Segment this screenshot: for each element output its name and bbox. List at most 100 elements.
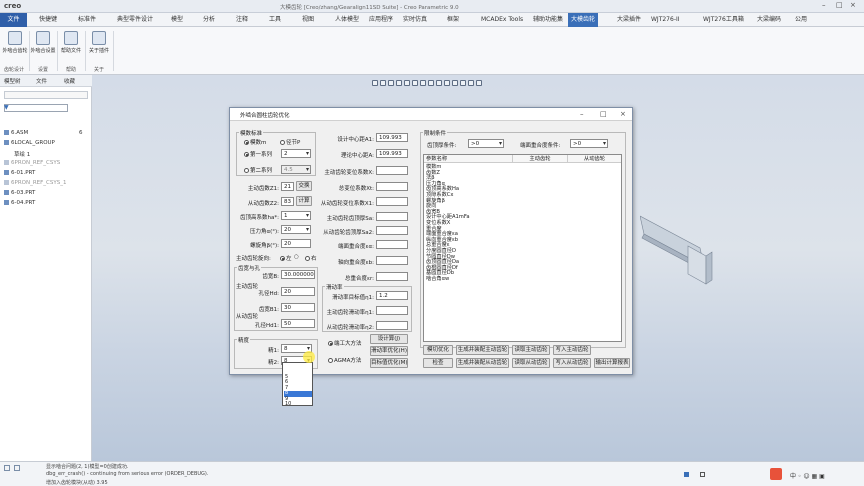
- tab-tools[interactable]: 工具: [266, 13, 284, 27]
- perspective-icon[interactable]: [428, 80, 434, 86]
- radio-diametral-pitch[interactable]: 径节P: [280, 138, 300, 146]
- tree-root-asm[interactable]: 6.ASM: [4, 130, 28, 136]
- col-header-driven[interactable]: 从动齿轮: [567, 155, 621, 163]
- about-plugin-button[interactable]: 关于插件: [86, 29, 112, 63]
- tab-analysis[interactable]: 分析: [200, 13, 218, 27]
- dialog-minimize-icon[interactable]: –: [580, 110, 584, 118]
- tab-model-tree[interactable]: 模型树: [4, 77, 21, 85]
- external-gear-settings-button[interactable]: 外啮合设置: [30, 29, 56, 63]
- b2-input[interactable]: 30: [281, 303, 315, 312]
- cond2-select[interactable]: >0: [570, 139, 608, 148]
- view-manager-icon[interactable]: [420, 80, 426, 86]
- x1-input[interactable]: [376, 197, 408, 206]
- message-log-icon[interactable]: [4, 465, 10, 471]
- a1-input[interactable]: 109.993: [376, 133, 408, 142]
- close-icon[interactable]: ×: [850, 1, 856, 9]
- refit-icon[interactable]: [388, 80, 394, 86]
- drive-slip-input[interactable]: [376, 306, 408, 315]
- hd1-input[interactable]: 20: [281, 287, 315, 296]
- help-file-button[interactable]: 帮助文件: [58, 29, 84, 63]
- tab-file[interactable]: 文件: [0, 13, 27, 27]
- tree-item[interactable]: 6-04.PRT: [4, 200, 35, 206]
- sa2-input[interactable]: [376, 226, 408, 235]
- check-button[interactable]: 检查: [423, 358, 453, 368]
- saved-views-icon[interactable]: [412, 80, 418, 86]
- series1-select[interactable]: 2: [281, 149, 311, 158]
- tab-human-model[interactable]: 人体模型: [332, 13, 362, 27]
- transverse-contact-input[interactable]: [376, 240, 408, 249]
- tab-beam-plugin[interactable]: 大梁插件: [614, 13, 644, 27]
- slip-target-input[interactable]: 1.2: [376, 291, 408, 300]
- col-header-drive[interactable]: 主动齿轮: [512, 155, 567, 163]
- target-optimize-button[interactable]: 目标值优化(M): [370, 358, 408, 368]
- maximize-icon[interactable]: □: [836, 1, 843, 9]
- tree-item[interactable]: 6PRON_REF_CSYS_1: [4, 180, 66, 186]
- helix-angle-input[interactable]: 20: [281, 239, 311, 248]
- tab-annotate[interactable]: 注释: [233, 13, 251, 27]
- b1-input[interactable]: 30.000000: [281, 270, 315, 279]
- display-style-icon[interactable]: [404, 80, 410, 86]
- tree-item[interactable]: 6PRON_REF_CSYS: [4, 160, 60, 166]
- tab-realtime-sim[interactable]: 实时仿真: [400, 13, 430, 27]
- ime-logo-icon[interactable]: [770, 468, 782, 480]
- radio-agma-method[interactable]: AGMA方法: [328, 356, 361, 364]
- slip-optimize-button[interactable]: 滑动率优化(H): [370, 346, 408, 356]
- tree-item[interactable]: 6-01.PRT: [4, 170, 35, 176]
- export-report-button[interactable]: 输出计算报表: [594, 358, 630, 368]
- selection-filter-icon[interactable]: [684, 472, 689, 477]
- series2-select[interactable]: 4.5: [281, 165, 311, 174]
- swap-button[interactable]: 交换: [296, 181, 312, 191]
- tab-gear[interactable]: 大模齿轮: [568, 13, 599, 27]
- tab-wjt276-ii[interactable]: WJT276-II: [648, 13, 683, 27]
- modulus-optimize-button[interactable]: 模切优化: [423, 345, 453, 355]
- tab-mcadex[interactable]: MCADEx Tools: [478, 13, 526, 27]
- tab-files[interactable]: 文件: [36, 77, 47, 85]
- radio-method-1[interactable]: 端工大方法: [328, 339, 362, 347]
- dialog-close-icon[interactable]: ×: [620, 110, 626, 118]
- list-row[interactable]: 啮合角αw: [426, 276, 449, 283]
- driven-slip-input[interactable]: [376, 321, 408, 330]
- tab-view[interactable]: 视图: [299, 13, 317, 27]
- pressure-angle-select[interactable]: 20: [281, 225, 311, 234]
- select-icon[interactable]: [700, 472, 705, 477]
- ime-toolbar-icon[interactable]: 中 ◦ ☺ ▦ ▣: [790, 471, 825, 480]
- tab-applications[interactable]: 应用程序: [366, 13, 396, 27]
- tree-item[interactable]: 6LOCAL_GROUP: [4, 140, 55, 146]
- read-driven-gear-button[interactable]: 读取从动齿轮: [512, 358, 550, 368]
- tab-standard-parts[interactable]: 标准件: [75, 13, 99, 27]
- design-calc-button[interactable]: 设计算(J): [370, 334, 408, 344]
- zoom-in-icon[interactable]: [372, 80, 378, 86]
- generate-driven-gear-button[interactable]: 生成并装配从动齿轮: [456, 358, 509, 368]
- minimize-icon[interactable]: –: [822, 1, 826, 9]
- radio-series-2[interactable]: 第二系列: [244, 166, 272, 174]
- repaint-icon[interactable]: [396, 80, 402, 86]
- radio-series-1[interactable]: 第一系列: [244, 150, 272, 158]
- sa-input[interactable]: [376, 212, 408, 221]
- section-icon[interactable]: [460, 80, 466, 86]
- dropdown-option[interactable]: 10: [284, 401, 312, 407]
- total-contact-input[interactable]: [376, 272, 408, 281]
- radio-straight[interactable]: ○: [294, 254, 299, 260]
- 3d-part-model[interactable]: [640, 206, 720, 286]
- axial-contact-input[interactable]: [376, 256, 408, 265]
- generate-drive-gear-button[interactable]: 生成并装配主动齿轮: [456, 345, 509, 355]
- cond1-select[interactable]: >0: [468, 139, 504, 148]
- filter-icon[interactable]: ▼: [4, 104, 9, 111]
- tree-search-input[interactable]: [4, 104, 68, 112]
- radio-right-hand[interactable]: 右: [305, 254, 317, 262]
- radio-module[interactable]: 模数m: [244, 138, 266, 146]
- tab-typical-parts[interactable]: 典型零件设计: [114, 13, 156, 27]
- tree-item[interactable]: 草绘 1: [14, 150, 30, 158]
- hd2-input[interactable]: 50: [281, 319, 315, 328]
- parameter-list[interactable]: 参数名称 主动齿轮 从动齿轮 模数m 齿数Z 法β 压力角α 齿顶高系数Ha 顶隙系数Cx…: [423, 154, 622, 342]
- tab-shortcuts[interactable]: 快捷键: [36, 13, 60, 27]
- a-input[interactable]: 109.993: [376, 149, 408, 158]
- col-header-param[interactable]: 参数名称: [424, 155, 512, 163]
- navigator-toggle-icon[interactable]: [14, 465, 20, 471]
- tab-beam-code[interactable]: 大梁编码: [754, 13, 784, 27]
- write-drive-gear-button[interactable]: 写入主动齿轮: [553, 345, 591, 355]
- tab-model[interactable]: 模型: [168, 13, 186, 27]
- tree-toolbar[interactable]: [4, 91, 88, 99]
- tab-common[interactable]: 公用: [792, 13, 810, 27]
- spin-center-icon[interactable]: [452, 80, 458, 86]
